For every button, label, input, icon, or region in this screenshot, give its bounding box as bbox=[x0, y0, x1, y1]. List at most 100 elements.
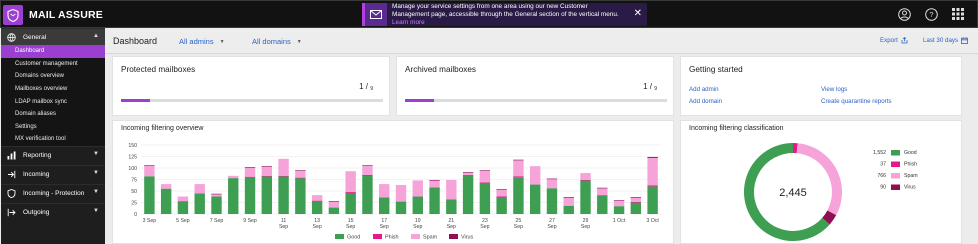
legend-label-good: Good bbox=[904, 150, 917, 156]
bar-phish bbox=[295, 177, 306, 179]
sidebar-item-dashboard[interactable]: Dashboard bbox=[1, 45, 105, 58]
legend-value-good: 1,552 bbox=[873, 150, 886, 156]
bar-phish bbox=[496, 196, 507, 198]
sidebar-section-label: Reporting bbox=[23, 152, 52, 160]
chevron-down-icon: ▼ bbox=[296, 38, 302, 45]
archived-mailboxes-progress bbox=[405, 99, 667, 102]
bar-good bbox=[295, 178, 306, 214]
bar-good bbox=[177, 201, 189, 214]
y-tick-label: 75 bbox=[131, 178, 137, 184]
shield-icon bbox=[7, 189, 16, 199]
sidebar-section-outgoing[interactable]: Outgoing ▼ bbox=[1, 202, 105, 222]
archived-total-value: 9 bbox=[654, 86, 657, 92]
bar-phish bbox=[479, 182, 491, 183]
legend-label-good: Good bbox=[347, 235, 360, 241]
bar-good bbox=[228, 178, 239, 214]
bar-good bbox=[244, 177, 256, 214]
x-tick-label: Sep bbox=[447, 224, 456, 230]
envelope-icon bbox=[365, 3, 387, 26]
chevron-down-icon: ▼ bbox=[93, 150, 99, 157]
incoming-icon bbox=[7, 170, 16, 179]
banner-close-icon[interactable]: ✕ bbox=[634, 8, 642, 20]
bar-phish bbox=[261, 175, 273, 177]
bar-virus bbox=[211, 193, 222, 195]
banner-text: Manage your service settings from one ar… bbox=[387, 3, 625, 27]
bar-virus bbox=[630, 196, 642, 198]
legend-swatch-phish bbox=[891, 161, 900, 167]
bar-phish bbox=[345, 191, 356, 193]
add-admin-link[interactable]: Add admin bbox=[689, 86, 719, 93]
protected-mailboxes-card: Protected mailboxes 1 / 9 bbox=[112, 56, 390, 116]
sidebar-section-reporting[interactable]: Reporting ▼ bbox=[1, 145, 105, 165]
learn-more-link[interactable]: Learn more bbox=[392, 19, 425, 26]
banner-message: Manage your service settings from one ar… bbox=[392, 2, 619, 18]
sidebar-item-customer-management[interactable]: Customer management bbox=[1, 57, 105, 71]
bar-good bbox=[144, 176, 155, 214]
bar-virus bbox=[647, 156, 658, 158]
bar-phish bbox=[244, 176, 256, 178]
legend-swatch-spam bbox=[891, 173, 900, 179]
donut-total-label: 2,445 bbox=[779, 187, 807, 199]
bar-spam bbox=[395, 185, 407, 202]
domains-filter-label: All domains bbox=[252, 37, 291, 46]
sidebar-section-incoming[interactable]: Incoming ▼ bbox=[1, 164, 105, 184]
bar-good bbox=[211, 196, 222, 214]
sidebar-section-incoming-protection[interactable]: Incoming - Protection ▼ bbox=[1, 183, 105, 203]
x-tick-label: Sep bbox=[480, 224, 489, 230]
user-icon[interactable] bbox=[897, 7, 911, 21]
legend-swatch-spam bbox=[411, 234, 420, 239]
help-icon[interactable]: ? bbox=[924, 7, 938, 21]
x-tick-label: 1 Oct bbox=[613, 218, 626, 224]
y-tick-label: 50 bbox=[131, 189, 137, 195]
legend-swatch-good bbox=[891, 150, 900, 156]
bar-spam bbox=[177, 196, 189, 202]
x-tick-label: Sep bbox=[279, 224, 288, 230]
sidebar-item-settings[interactable]: Settings bbox=[1, 120, 105, 134]
bar-spam bbox=[647, 157, 658, 186]
create-quarantine-reports-link[interactable]: Create quarantine reports bbox=[821, 98, 892, 105]
bar-spam bbox=[261, 166, 273, 176]
legend-label-spam: Spam bbox=[904, 173, 918, 179]
bar-virus bbox=[244, 167, 256, 168]
outgoing-icon bbox=[7, 208, 16, 217]
brand[interactable]: MAIL ASSURE bbox=[3, 3, 105, 27]
bar-spam bbox=[160, 184, 172, 189]
bar-good bbox=[261, 176, 273, 214]
top-bar: MAIL ASSURE Manage your service settings… bbox=[0, 0, 978, 28]
bar-phish bbox=[311, 200, 323, 202]
legend-swatch-virus bbox=[891, 184, 900, 190]
getting-started-title: Getting started bbox=[689, 65, 743, 74]
bar-spam bbox=[311, 195, 323, 201]
bar-virus bbox=[597, 187, 608, 189]
protected-mailboxes-title: Protected mailboxes bbox=[121, 65, 196, 74]
legend-label-virus: Virus bbox=[461, 235, 473, 241]
x-tick-label: Sep bbox=[514, 224, 523, 230]
x-tick-label: 3 Sep bbox=[143, 218, 157, 224]
domains-filter-dropdown[interactable]: All domains ▼ bbox=[252, 37, 302, 46]
legend-value-phish: 37 bbox=[880, 162, 886, 168]
bar-chart-icon bbox=[7, 151, 16, 160]
sidebar-item-domains-overview[interactable]: Domains overview bbox=[1, 70, 105, 83]
legend-value-spam: 766 bbox=[877, 173, 886, 179]
y-tick-label: 150 bbox=[128, 143, 137, 149]
view-logs-link[interactable]: View logs bbox=[821, 86, 847, 93]
bar-spam bbox=[328, 201, 340, 208]
chevron-down-icon: ▼ bbox=[93, 188, 99, 195]
bar-good bbox=[429, 187, 440, 214]
dashboard-header: Dashboard All admins ▼ All domains ▼ Exp… bbox=[105, 28, 978, 54]
add-domain-link[interactable]: Add domain bbox=[689, 98, 722, 105]
bar-spam bbox=[580, 173, 591, 180]
sidebar-section-general[interactable]: General ▲ bbox=[1, 28, 105, 45]
overview-bar-chart: 02550751001251503 Sep 5 Sep 7 Sep 9 Sep 11Se… bbox=[128, 143, 661, 241]
sidebar-item-mx-verification-tool[interactable]: MX verification tool bbox=[1, 133, 105, 146]
sidebar-item-mailboxes-overview[interactable]: Mailboxes overview bbox=[1, 82, 105, 96]
sidebar-item-ldap-mailbox-sync[interactable]: LDAP mailbox sync bbox=[1, 95, 105, 108]
export-button[interactable]: Export bbox=[880, 37, 908, 44]
apps-grid-icon[interactable] bbox=[951, 7, 965, 21]
x-tick-label: Sep bbox=[581, 224, 590, 230]
bar-good bbox=[345, 192, 356, 214]
admins-filter-dropdown[interactable]: All admins ▼ bbox=[179, 37, 225, 46]
date-range-button[interactable]: Last 30 days bbox=[923, 37, 968, 44]
bar-good bbox=[379, 197, 390, 214]
sidebar-item-domain-aliases[interactable]: Domain aliases bbox=[1, 107, 105, 121]
